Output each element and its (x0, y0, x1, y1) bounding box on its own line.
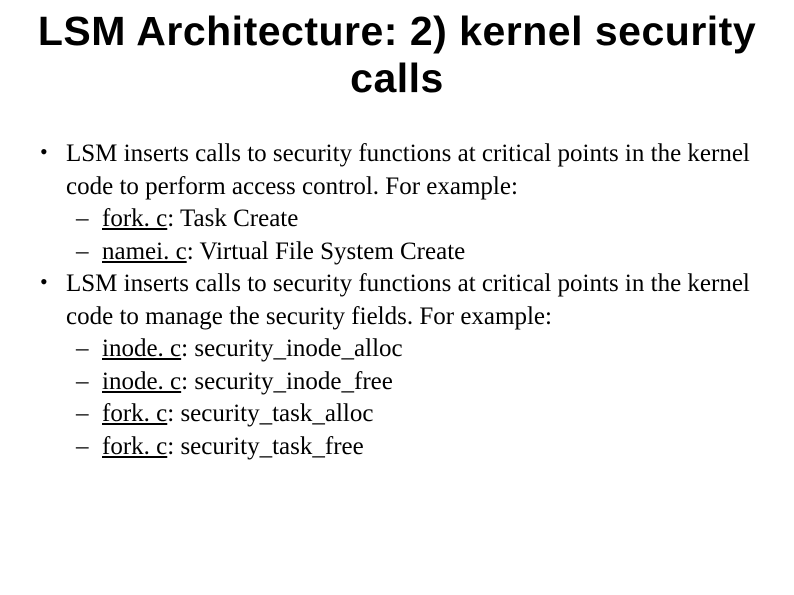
sub-item: fork. c: security_task_free (66, 431, 766, 464)
sub-desc: security_task_alloc (180, 400, 373, 427)
file-name: inode. c (102, 368, 181, 395)
sub-desc: security_inode_free (194, 368, 393, 395)
slide-title: LSM Architecture: 2) kernel security cal… (28, 8, 766, 102)
sub-desc: Virtual File System Create (199, 238, 465, 265)
file-name: fork. c (102, 433, 167, 460)
colon: : (181, 335, 194, 362)
sub-item: fork. c: Task Create (66, 203, 766, 236)
bullet-list: LSM inserts calls to security functions … (40, 138, 766, 463)
colon: : (187, 238, 200, 265)
sub-item: fork. c: security_task_alloc (66, 398, 766, 431)
sub-list: fork. c: Task Create namei. c: Virtual F… (66, 203, 766, 268)
colon: : (167, 433, 180, 460)
file-name: namei. c (102, 238, 187, 265)
bullet-text: LSM inserts calls to security functions … (66, 140, 750, 200)
file-name: fork. c (102, 400, 167, 427)
sub-desc: Task Create (180, 205, 298, 232)
sub-desc: security_inode_alloc (194, 335, 402, 362)
sub-list: inode. c: security_inode_alloc inode. c:… (66, 333, 766, 463)
sub-desc: security_task_free (180, 433, 363, 460)
sub-item: inode. c: security_inode_free (66, 366, 766, 399)
sub-item: inode. c: security_inode_alloc (66, 333, 766, 366)
bullet-text: LSM inserts calls to security functions … (66, 270, 750, 330)
slide-content: LSM inserts calls to security functions … (28, 138, 766, 463)
colon: : (181, 368, 194, 395)
colon: : (167, 400, 180, 427)
file-name: inode. c (102, 335, 181, 362)
file-name: fork. c (102, 205, 167, 232)
list-item: LSM inserts calls to security functions … (40, 268, 766, 463)
list-item: LSM inserts calls to security functions … (40, 138, 766, 268)
sub-item: namei. c: Virtual File System Create (66, 236, 766, 269)
colon: : (167, 205, 180, 232)
